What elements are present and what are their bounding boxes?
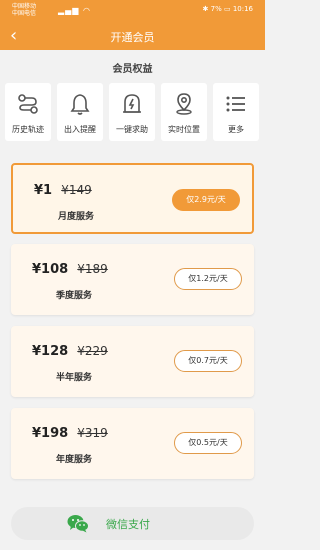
page-title: 开通会员 — [110, 31, 155, 44]
plan-price: ¥1 — [34, 183, 53, 198]
location-pin-icon — [176, 93, 192, 115]
benefit-label: 出入提醒 — [64, 125, 96, 134]
signal-icon: ▂▄▆ — [58, 6, 80, 15]
sos-icon — [123, 94, 141, 113]
pay-label: 微信支付 — [106, 518, 150, 531]
plan-name: 半年服务 — [56, 373, 93, 383]
carrier-info: 中国移动 中国电信 — [12, 3, 36, 17]
signal-icons: ▂▄▆ ◠ — [58, 6, 91, 15]
plan-original-price: ¥189 — [77, 262, 108, 276]
per-day-badge: 仅1.2元/天 — [174, 268, 242, 290]
plan-card-quarterly[interactable]: ¥108 ¥189 季度服务 仅1.2元/天 — [11, 244, 254, 315]
benefit-label: 一键求助 — [116, 125, 148, 134]
status-bar: 中国移动 中国电信 ▂▄▆ ◠ ✱ 7% ▭ 10:16 — [0, 0, 265, 22]
track-icon — [18, 94, 38, 114]
status-right: ✱ 7% ▭ 10:16 — [203, 5, 254, 13]
wifi-icon: ◠ — [83, 6, 91, 15]
benefits-title: 会员权益 — [112, 64, 153, 75]
per-day-badge: 仅0.7元/天 — [174, 350, 242, 372]
benefit-one-key-help[interactable]: 一键求助 — [109, 83, 155, 141]
per-day-badge: 仅2.9元/天 — [172, 189, 240, 211]
plan-original-price: ¥319 — [77, 426, 108, 440]
plan-name: 月度服务 — [58, 212, 95, 222]
price-row: ¥108 ¥189 — [32, 258, 108, 277]
plan-original-price: ¥229 — [77, 344, 108, 358]
plan-card-monthly[interactable]: ¥1 ¥149 月度服务 仅2.9元/天 — [11, 163, 254, 234]
battery-level: 7% — [210, 5, 222, 13]
price-row: ¥198 ¥319 — [32, 422, 108, 441]
plan-card-yearly[interactable]: ¥198 ¥319 年度服务 仅0.5元/天 — [11, 408, 254, 479]
bluetooth-icon: ✱ — [202, 5, 209, 13]
price-row: ¥128 ¥229 — [32, 340, 108, 359]
plan-card-half-year[interactable]: ¥128 ¥229 半年服务 仅0.7元/天 — [11, 326, 254, 397]
carrier-2: 中国电信 — [12, 10, 37, 17]
benefit-label: 历史轨迹 — [12, 125, 44, 134]
price-row: ¥1 ¥149 — [34, 179, 92, 198]
plan-price: ¥198 — [32, 426, 69, 441]
wechat-pay-button[interactable]: 微信支付 — [11, 507, 254, 540]
list-icon — [226, 96, 245, 112]
benefit-more[interactable]: 更多 — [213, 83, 259, 141]
wechat-icon — [67, 515, 89, 533]
benefit-realtime-location[interactable]: 实时位置 — [161, 83, 207, 141]
benefit-label: 更多 — [228, 125, 244, 134]
bell-icon — [70, 94, 90, 115]
title-bar: ‹ 开通会员 — [0, 22, 265, 50]
plan-price: ¥128 — [32, 344, 69, 359]
plan-name: 年度服务 — [56, 455, 93, 465]
plan-name: 季度服务 — [56, 291, 93, 301]
plan-price: ¥108 — [32, 262, 69, 277]
carrier-1: 中国移动 — [12, 3, 37, 10]
plan-original-price: ¥149 — [61, 183, 92, 197]
benefit-history-track[interactable]: 历史轨迹 — [5, 83, 51, 141]
benefit-entry-exit-alert[interactable]: 出入提醒 — [57, 83, 103, 141]
benefit-label: 实时位置 — [168, 125, 200, 134]
per-day-badge: 仅0.5元/天 — [174, 432, 242, 454]
battery-icon: ▭ — [223, 5, 231, 13]
clock: 10:16 — [232, 5, 253, 13]
